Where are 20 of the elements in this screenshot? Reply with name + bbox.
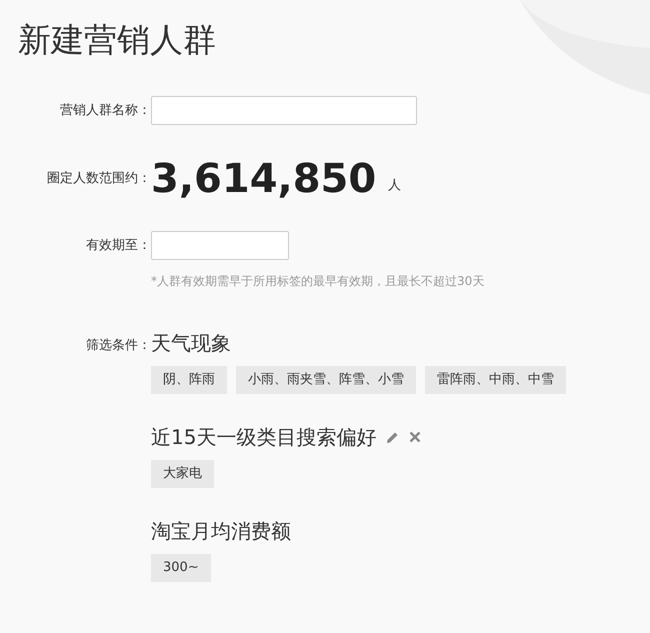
filter-group-title: 淘宝月均消费额: [151, 518, 291, 544]
expiry-hint: *人群有效期需早于所用标签的最早有效期，且最长不超过30天: [151, 274, 484, 288]
name-input-field[interactable]: [151, 96, 417, 125]
audience-count: 3,614,850: [151, 157, 376, 201]
filter-tag: 雷阵雨、中雨、中雪: [425, 366, 566, 394]
filter-group-title: 天气现象: [151, 330, 231, 356]
expiry-date-field[interactable]: [151, 231, 289, 260]
field-label: 有效期至：: [86, 236, 151, 255]
field-label: 筛选条件：: [86, 337, 151, 355]
filter-tag: 大家电: [151, 460, 214, 488]
field-label: 圈定人数范围约：: [47, 170, 151, 188]
filter-group-title: 近15天一级类目搜索偏好: [151, 424, 376, 450]
filter-tag: 小雨、雨夹雪、阵雪、小雪: [236, 366, 416, 394]
field-label: 营销人群名称：: [60, 102, 151, 120]
edit-icon[interactable]: [386, 430, 400, 444]
page-title: 新建营销人群: [18, 19, 216, 61]
count-unit: 人: [388, 177, 402, 196]
close-icon[interactable]: [409, 431, 422, 443]
filter-tag: 阴、阵雨: [151, 366, 227, 394]
filter-tag: 300~: [151, 554, 211, 582]
